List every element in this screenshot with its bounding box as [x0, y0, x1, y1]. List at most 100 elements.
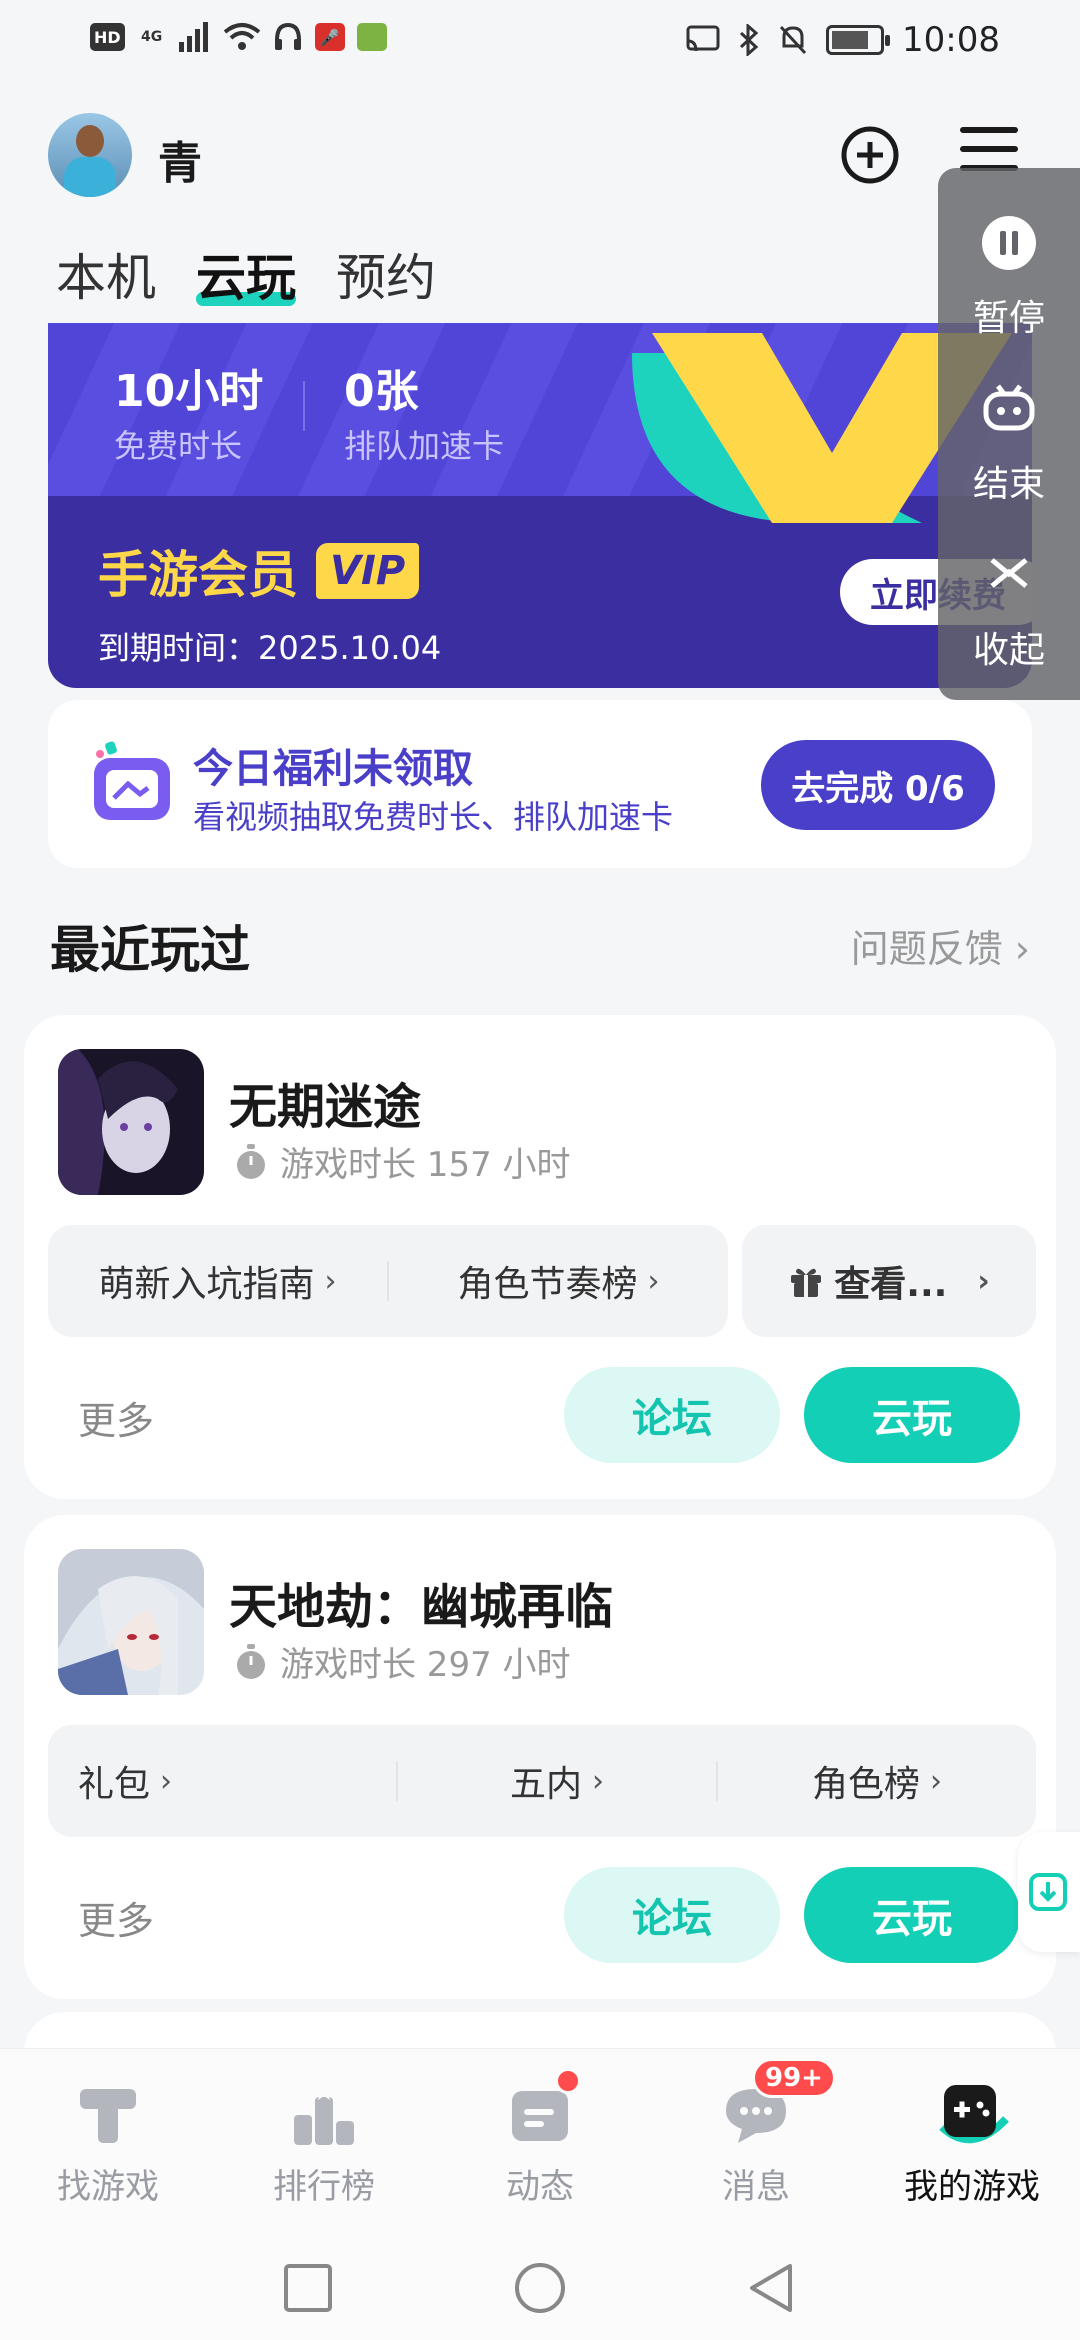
avatar[interactable]: [48, 113, 132, 197]
nav-ranking[interactable]: 排行榜: [216, 2049, 432, 2238]
my-games-icon: [939, 2085, 1009, 2144]
game-icon-wuqimitu[interactable]: [58, 1049, 204, 1195]
headset-icon: [274, 22, 301, 50]
role-ranking-link[interactable]: 角色榜 ›: [718, 1755, 1036, 1807]
more-link[interactable]: 更多: [78, 1890, 154, 1945]
pause-icon: [982, 216, 1036, 270]
chevron-right-icon: ›: [1014, 927, 1030, 971]
pause-button[interactable]: 暂停: [938, 214, 1080, 341]
game-name: 无期迷途: [229, 1079, 422, 1135]
playtime-text: 游戏时长 157 小时: [280, 1145, 571, 1185]
membership-title-text: 手游会员: [98, 546, 298, 604]
cloud-control-panel: 暂停 结束 收起: [938, 168, 1080, 700]
app-header: 青: [0, 105, 1080, 205]
membership-title: 手游会员 VIP: [98, 535, 420, 607]
username: 青: [158, 138, 202, 189]
chevron-right-icon: ›: [647, 1263, 660, 1299]
nav-label: 消息: [722, 2167, 790, 2207]
membership-expire: 到期时间：2025.10.04: [98, 629, 442, 667]
gift-icon: [791, 1268, 822, 1297]
floating-download-tab[interactable]: [1018, 1832, 1080, 1952]
queue-card-value: 0张: [344, 366, 419, 417]
mute-icon: [779, 25, 807, 55]
nav-label: 动态: [506, 2167, 574, 2207]
battery-icon: [826, 25, 891, 55]
chevron-right-icon: ›: [930, 1763, 942, 1799]
hd-icon: HD: [90, 23, 125, 51]
feedback-link[interactable]: 问题反馈 ›: [851, 918, 1030, 973]
tab-cloud-play[interactable]: 云玩: [196, 238, 296, 310]
collapse-icon: [990, 558, 1028, 588]
collapse-label: 收起: [972, 630, 1045, 671]
complete-tasks-button[interactable]: 去完成 0/6: [761, 740, 995, 830]
game-name: 天地劫：幽城再临: [229, 1579, 614, 1635]
cast-icon: [686, 25, 720, 52]
message-count-badge: 99+: [752, 2058, 836, 2098]
android-icon: [356, 23, 387, 51]
recents-icon[interactable]: [280, 2260, 336, 2316]
download-icon: [1029, 1873, 1067, 1911]
stopwatch-icon: [237, 1643, 265, 1679]
stopwatch-icon: [237, 1143, 265, 1179]
video-reward-icon: [94, 741, 170, 820]
add-icon[interactable]: [840, 125, 900, 185]
membership-card[interactable]: 10小时 免费时长 0张 排队加速卡 手游会员 VIP 到期时间：2025.10…: [48, 323, 1032, 688]
tab-reservation[interactable]: 预约: [336, 238, 436, 310]
free-time-value: 10小时: [114, 366, 264, 417]
guide-link[interactable]: 萌新入坑指南 ›: [48, 1255, 387, 1307]
status-icons-right: 10:08: [686, 20, 1000, 60]
pause-label: 暂停: [972, 298, 1045, 339]
feedback-label: 问题反馈: [850, 927, 1003, 971]
nav-label: 找游戏: [57, 2167, 159, 2207]
signal-icon: [178, 22, 208, 52]
mic-icon: 🎤: [314, 23, 345, 51]
game-links: 礼包 › 五内 › 角色榜 ›: [48, 1725, 1036, 1837]
tab-local[interactable]: 本机: [56, 238, 156, 310]
clock: 10:08: [902, 20, 1000, 60]
collapse-button[interactable]: 收起: [938, 546, 1080, 673]
nav-find-game[interactable]: 找游戏: [0, 2049, 216, 2238]
stat-divider: [303, 381, 305, 431]
ranking-icon: [294, 2081, 354, 2145]
nav-my-games[interactable]: 我的游戏: [864, 2049, 1080, 2238]
vip-badge: VIP: [316, 543, 420, 599]
playtime-text: 游戏时长 297 小时: [280, 1645, 571, 1685]
forum-button[interactable]: 论坛: [564, 1867, 780, 1963]
more-link[interactable]: 更多: [78, 1390, 154, 1445]
chevron-right-icon: ›: [324, 1263, 337, 1299]
playtime: 游戏时长 157 小时: [234, 1137, 571, 1186]
role-ranking-link[interactable]: 角色节奏榜 ›: [389, 1255, 728, 1307]
bluetooth-icon: [739, 24, 759, 56]
cloud-play-button[interactable]: 云玩: [804, 1367, 1020, 1463]
game-card[interactable]: 天地劫：幽城再临 游戏时长 297 小时 礼包 › 五内 › 角色榜 › 更多 论坛 …: [24, 1515, 1056, 1999]
end-label: 结束: [972, 464, 1045, 505]
nav-label: 我的游戏: [904, 2167, 1040, 2207]
status-icons-left: HD 4G 🎤: [90, 22, 387, 52]
gift-link[interactable]: 查看... ›: [742, 1225, 1036, 1337]
daily-welfare-banner[interactable]: 今日福利未领取 看视频抽取免费时长、排队加速卡 去完成 0/6: [48, 700, 1032, 868]
home-icon[interactable]: [512, 2260, 568, 2316]
forum-button[interactable]: 论坛: [564, 1367, 780, 1463]
queue-card-stat: 0张 排队加速卡: [344, 355, 504, 467]
free-time-label: 免费时长: [114, 427, 243, 465]
wunei-link[interactable]: 五内 ›: [398, 1755, 716, 1807]
system-nav-bar: [0, 2238, 1080, 2340]
queue-card-label: 排队加速卡: [344, 427, 505, 465]
feed-notification-dot: [555, 2068, 581, 2094]
status-bar: HD 4G 🎤 10:08: [0, 0, 1080, 84]
network-type-icon: 4G: [141, 29, 163, 45]
welfare-subtitle: 看视频抽取免费时长、排队加速卡: [193, 798, 674, 836]
gift-pack-link[interactable]: 礼包 ›: [48, 1755, 396, 1807]
back-icon[interactable]: [744, 2260, 800, 2316]
membership-stats: 10小时 免费时长 0张 排队加速卡: [48, 323, 1032, 523]
wifi-icon: [223, 23, 260, 50]
end-button[interactable]: 结束: [938, 380, 1080, 507]
game-icon-tiandijie[interactable]: [58, 1549, 204, 1695]
cloud-play-button[interactable]: 云玩: [804, 1867, 1020, 1963]
chevron-right-icon: ›: [592, 1763, 604, 1799]
chevron-right-icon: ›: [160, 1763, 173, 1799]
find-game-icon: [80, 2089, 136, 2143]
nav-feed[interactable]: 动态: [432, 2049, 648, 2238]
end-game-icon: [983, 384, 1035, 431]
game-card[interactable]: 无期迷途 游戏时长 157 小时 萌新入坑指南 › 角色节奏榜 › 查看... › 更…: [24, 1015, 1056, 1499]
